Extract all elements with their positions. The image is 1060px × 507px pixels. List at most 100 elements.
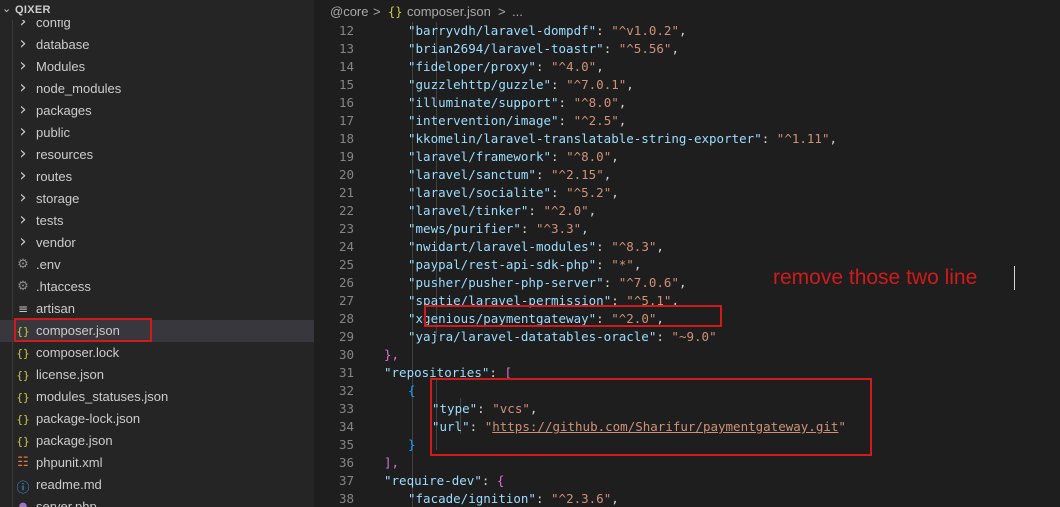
json-value: ^2.0 xyxy=(551,203,582,218)
json-value: ^1.11 xyxy=(784,131,822,146)
folder-item[interactable]: › public xyxy=(0,121,314,144)
code-text: "illuminate/support": "^8.0", xyxy=(408,95,627,110)
code-line: 16 "illuminate/support": "^8.0", xyxy=(314,94,1060,112)
code-text: "laravel/tinker": "^2.0", xyxy=(408,203,597,218)
code-line: 24 "nwidart/laravel-modules": "^8.3", xyxy=(314,238,1060,256)
code-line: 20 "laravel/sanctum": "^2.15", xyxy=(314,166,1060,184)
line-number: 34 xyxy=(338,419,354,434)
breadcrumb-more[interactable]: ... xyxy=(512,4,523,19)
folder-item[interactable]: › Modules xyxy=(0,55,314,78)
file-item[interactable]: {} modules_statuses.json xyxy=(0,386,314,408)
chevron-right-icon: › xyxy=(19,143,27,164)
line-number: 33 xyxy=(338,401,354,416)
line-number: 17 xyxy=(338,113,354,128)
tree-item-label: package-lock.json xyxy=(36,411,141,426)
line-number: 32 xyxy=(338,383,354,398)
breadcrumb-folder[interactable]: @core xyxy=(330,4,369,19)
code-line: 19 "laravel/framework": "^8.0", xyxy=(314,148,1060,166)
json-key: mews/purifier xyxy=(415,221,514,236)
code-text: "pusher/pusher-php-server": "^7.0.6", xyxy=(408,275,687,290)
code-line: 37 "require-dev": { xyxy=(314,472,1060,490)
line-number: 35 xyxy=(338,437,354,452)
tree-item-label: node_modules xyxy=(36,81,122,96)
folder-item[interactable]: › storage xyxy=(0,187,314,210)
tree-item-label: phpunit.xml xyxy=(36,455,103,470)
tree-item-label: Modules xyxy=(36,59,86,74)
line-number: 20 xyxy=(338,167,354,182)
json-key: yajra/laravel-datatables-oracle xyxy=(415,329,649,344)
file-item[interactable]: ● server.php xyxy=(0,496,314,507)
file-item[interactable]: ⚙ .htaccess xyxy=(0,276,314,298)
file-item[interactable]: ≡ artisan xyxy=(0,298,314,320)
line-number: 25 xyxy=(338,257,354,272)
chevron-right-icon: › xyxy=(19,165,27,186)
json-icon: {} xyxy=(16,347,30,360)
chevron-down-icon[interactable]: ⌄ xyxy=(2,2,11,15)
file-item[interactable]: {} package.json xyxy=(0,430,314,452)
json-icon: {} xyxy=(16,391,30,404)
line-number: 12 xyxy=(338,23,354,38)
code-line: 21 "laravel/socialite": "^5.2", xyxy=(314,184,1060,202)
file-item[interactable]: ⚙ .env xyxy=(0,254,314,276)
json-value: ^8.0 xyxy=(573,149,604,164)
code-line: 18 "kkomelin/laravel-translatable-string-… xyxy=(314,130,1060,148)
file-item[interactable]: {} composer.lock xyxy=(0,342,314,364)
file-item[interactable]: ☷ phpunit.xml xyxy=(0,452,314,474)
json-value: ^2.15 xyxy=(558,167,597,182)
code-line: 38 "facade/ignition": "^2.3.6", xyxy=(314,490,1060,507)
json-value: ~9.0 xyxy=(678,329,710,344)
folder-item[interactable]: › vendor xyxy=(0,231,314,254)
tree-item-label: vendor xyxy=(36,235,76,250)
json-key: laravel/framework xyxy=(415,149,544,164)
explorer-header[interactable]: ⌄ QIXER xyxy=(0,0,314,20)
folder-item[interactable]: › database xyxy=(0,33,314,56)
code-line: 12 "barryvdh/laravel-dompdf": "^v1.0.2", xyxy=(314,22,1060,40)
line-number: 30 xyxy=(338,347,354,362)
line-number: 26 xyxy=(338,275,354,290)
line-number: 24 xyxy=(338,239,354,254)
code-line: 29 "yajra/laravel-datatables-oracle": "~9… xyxy=(314,328,1060,346)
folder-item[interactable]: › packages xyxy=(0,99,314,122)
tree-item-label: resources xyxy=(36,147,94,162)
highlight-box-composer-json xyxy=(14,318,152,342)
highlight-box-dependency xyxy=(424,305,722,327)
chevron-right-icon: › xyxy=(19,55,27,76)
tree-item-label: database xyxy=(36,37,90,52)
tree-item-label: artisan xyxy=(36,301,76,316)
lines-icon: ≡ xyxy=(17,302,29,316)
json-key: barryvdh/laravel-dompdf xyxy=(415,23,589,38)
json-key: intervention/image xyxy=(415,113,551,128)
line-number: 31 xyxy=(338,365,354,380)
tree-item-label: .env xyxy=(36,257,61,272)
line-number: 28 xyxy=(338,311,354,326)
code-line: 23 "mews/purifier": "^3.3", xyxy=(314,220,1060,238)
info-icon: ⓘ xyxy=(16,481,30,496)
json-value: ^2.5 xyxy=(581,113,612,128)
tree-item-label: package.json xyxy=(36,433,113,448)
code-text: "fideloper/proxy": "^4.0", xyxy=(408,59,604,74)
code-line: 17 "intervention/image": "^2.5", xyxy=(314,112,1060,130)
json-key: illuminate/support xyxy=(415,95,551,110)
code-text: }, xyxy=(384,347,399,362)
file-item[interactable]: {} package-lock.json xyxy=(0,408,314,430)
line-number: 38 xyxy=(338,491,354,506)
explorer-sidebar: › config › database › Modules › node_modules › pa… xyxy=(0,0,314,507)
code-line: 14 "fideloper/proxy": "^4.0", xyxy=(314,58,1060,76)
folder-item[interactable]: › routes xyxy=(0,165,314,188)
folder-item[interactable]: › node_modules xyxy=(0,77,314,100)
bracket: { xyxy=(408,383,416,398)
file-item[interactable]: {} license.json xyxy=(0,364,314,386)
chevron-right-icon: › xyxy=(19,77,27,98)
json-key: paypal/rest-api-sdk-php xyxy=(415,257,589,272)
bracket: { xyxy=(496,473,505,488)
json-key: nwidart/laravel-modules xyxy=(415,239,589,254)
line-number: 23 xyxy=(338,221,354,236)
folder-item[interactable]: › tests xyxy=(0,209,314,232)
file-item[interactable]: ⓘ readme.md xyxy=(0,474,314,496)
json-key: fideloper/proxy xyxy=(415,59,529,74)
code-text: "yajra/laravel-datatables-oracle": "~9.0… xyxy=(408,329,717,344)
folder-item[interactable]: › resources xyxy=(0,143,314,166)
breadcrumb-file[interactable]: composer.json xyxy=(407,4,491,19)
line-number: 16 xyxy=(338,95,354,110)
line-number: 29 xyxy=(338,329,354,344)
